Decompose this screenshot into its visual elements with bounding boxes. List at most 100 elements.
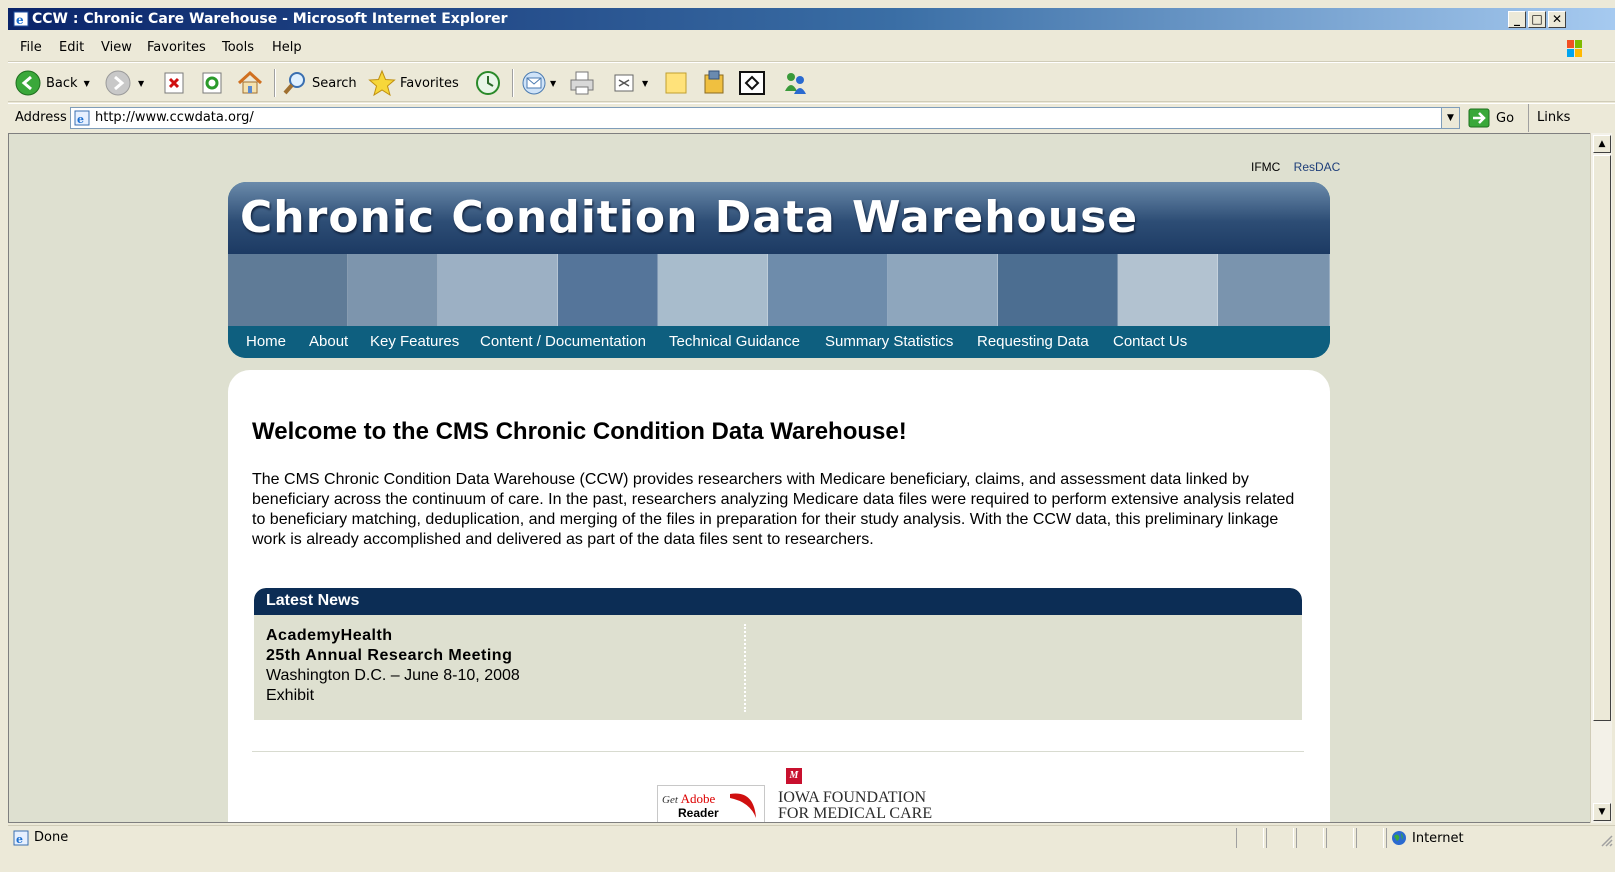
banner-photo — [228, 254, 348, 326]
messenger-button[interactable] — [780, 69, 810, 97]
printer-icon — [570, 71, 594, 95]
refresh-button[interactable] — [200, 69, 224, 97]
status-cell — [1326, 828, 1354, 848]
menu-view[interactable]: View — [101, 40, 132, 55]
main-nav: Home About Key Features Content / Docume… — [228, 326, 1330, 358]
banner-photo — [888, 254, 998, 326]
top-links: IFMC ResDAC — [1241, 160, 1340, 174]
content-card: Welcome to the CMS Chronic Condition Dat… — [228, 370, 1330, 822]
scroll-down-arrow-icon[interactable]: ▼ — [1593, 803, 1611, 821]
favorites-button[interactable]: Favorites — [368, 69, 459, 97]
site-title: Chronic Condition Data Warehouse — [240, 192, 1139, 243]
address-bar: Address e http://www.ccwdata.org/ ▼ Go L… — [8, 103, 1615, 132]
note-icon — [665, 72, 687, 94]
links-button[interactable]: Links — [1528, 104, 1570, 132]
nav-about[interactable]: About — [309, 333, 348, 350]
news-type: Exhibit — [266, 687, 315, 704]
address-input[interactable]: e http://www.ccwdata.org/ ▼ — [70, 107, 1460, 129]
site-banner: Chronic Condition Data Warehouse Home Ab… — [228, 182, 1330, 358]
status-cell — [1356, 828, 1384, 848]
vertical-scrollbar[interactable]: ▲ ▼ — [1590, 133, 1612, 823]
address-dropdown-icon[interactable]: ▼ — [1441, 108, 1459, 128]
search-button[interactable]: Search — [282, 69, 357, 97]
banner-photo — [658, 254, 768, 326]
news-org: AcademyHealth — [266, 627, 393, 644]
stop-button[interactable] — [162, 69, 186, 97]
latest-news-title: Latest News — [266, 592, 360, 609]
history-button[interactable] — [474, 69, 502, 97]
banner-photo — [558, 254, 658, 326]
browser-window: e CCW : Chronic Care Warehouse - Microso… — [0, 0, 1615, 872]
page-done-icon: e — [13, 830, 29, 846]
news-column-divider — [744, 624, 746, 712]
menu-file[interactable]: File — [20, 40, 42, 55]
mail-button[interactable]: ▼ — [520, 69, 556, 97]
address-url: http://www.ccwdata.org/ — [95, 110, 254, 125]
forward-dropdown-icon[interactable]: ▼ — [138, 79, 144, 88]
scroll-thumb[interactable] — [1593, 155, 1611, 721]
nav-summary-statistics[interactable]: Summary Statistics — [825, 333, 953, 350]
back-arrow-icon — [15, 70, 41, 96]
minimize-button[interactable]: _ — [1508, 11, 1526, 28]
menu-favorites[interactable]: Favorites — [147, 40, 206, 55]
back-button[interactable]: Back ▼ — [14, 69, 90, 97]
banner-title-bar: Chronic Condition Data Warehouse — [228, 182, 1330, 254]
svg-text:e: e — [16, 833, 23, 846]
nav-key-features[interactable]: Key Features — [370, 333, 459, 350]
nav-content-documentation[interactable]: Content / Documentation — [480, 333, 646, 350]
nav-home[interactable]: Home — [246, 333, 286, 350]
go-label: Go — [1496, 110, 1515, 126]
toolbar: Back ▼ ▼ Search Favorites ▼ ▼ — [8, 62, 1615, 102]
news-item[interactable]: AcademyHealth 25th Annual Research Meeti… — [266, 626, 520, 706]
frame-icon — [739, 71, 765, 95]
home-button[interactable] — [236, 69, 264, 97]
nav-requesting-data[interactable]: Requesting Data — [977, 333, 1089, 350]
news-location: Washington D.C. – June 8-10, 2008 — [266, 667, 520, 684]
banner-photo — [348, 254, 438, 326]
back-dropdown-icon[interactable]: ▼ — [84, 79, 90, 88]
research-button[interactable] — [700, 69, 728, 97]
page-viewport: IFMC ResDAC Chronic Condition Data Wareh… — [8, 133, 1598, 823]
print-button[interactable] — [568, 69, 596, 97]
discuss-button[interactable] — [662, 69, 690, 97]
messenger-buddies-icon — [785, 73, 806, 94]
menu-edit[interactable]: Edit — [59, 40, 84, 55]
edit-dropdown-icon[interactable]: ▼ — [642, 79, 648, 88]
home-icon — [237, 70, 263, 94]
adobe-reader-icon — [730, 793, 756, 818]
scroll-up-arrow-icon[interactable]: ▲ — [1593, 135, 1611, 153]
maximize-button[interactable]: □ — [1528, 11, 1546, 28]
go-button[interactable]: Go — [1468, 107, 1514, 129]
intro-paragraph: The CMS Chronic Condition Data Warehouse… — [252, 471, 1295, 548]
edit-button[interactable]: ▼ — [612, 69, 648, 97]
banner-photo — [1218, 254, 1330, 326]
messenger-frame-button[interactable] — [738, 69, 766, 97]
search-icon — [283, 72, 305, 95]
get-adobe-reader-badge[interactable]: Get Adobe Reader — [657, 785, 765, 822]
mail-dropdown-icon[interactable]: ▼ — [550, 79, 556, 88]
menu-help[interactable]: Help — [272, 40, 302, 55]
address-label: Address — [15, 110, 67, 125]
banner-photo — [438, 254, 558, 326]
window-title: CCW : Chronic Care Warehouse - Microsoft… — [32, 11, 508, 27]
nav-contact-us[interactable]: Contact Us — [1113, 333, 1187, 350]
toolbar-separator — [512, 69, 514, 97]
ifmc-logo[interactable]: M IOWA FOUNDATION FOR MEDICAL CARE — [778, 768, 932, 822]
ifmc-link[interactable]: IFMC — [1251, 160, 1280, 174]
resdac-link[interactable]: ResDAC — [1294, 160, 1341, 174]
go-arrow-icon — [1468, 108, 1490, 128]
close-button[interactable]: ✕ — [1548, 11, 1566, 28]
research-book-icon — [704, 70, 724, 94]
forward-button[interactable]: ▼ — [104, 69, 144, 97]
nav-technical-guidance[interactable]: Technical Guidance — [669, 333, 800, 350]
ie-logo-icon: e — [13, 11, 29, 27]
security-zone: Internet — [1386, 828, 1464, 848]
footer-divider — [252, 751, 1304, 752]
globe-icon — [1392, 831, 1406, 845]
ifmc-logo-text: IOWA FOUNDATION FOR MEDICAL CARE — [778, 789, 933, 822]
zone-label: Internet — [1412, 830, 1464, 846]
status-cell — [1236, 828, 1264, 848]
svg-text:e: e — [16, 13, 24, 27]
menu-tools[interactable]: Tools — [222, 40, 254, 55]
resize-grip-icon[interactable] — [1599, 833, 1613, 847]
